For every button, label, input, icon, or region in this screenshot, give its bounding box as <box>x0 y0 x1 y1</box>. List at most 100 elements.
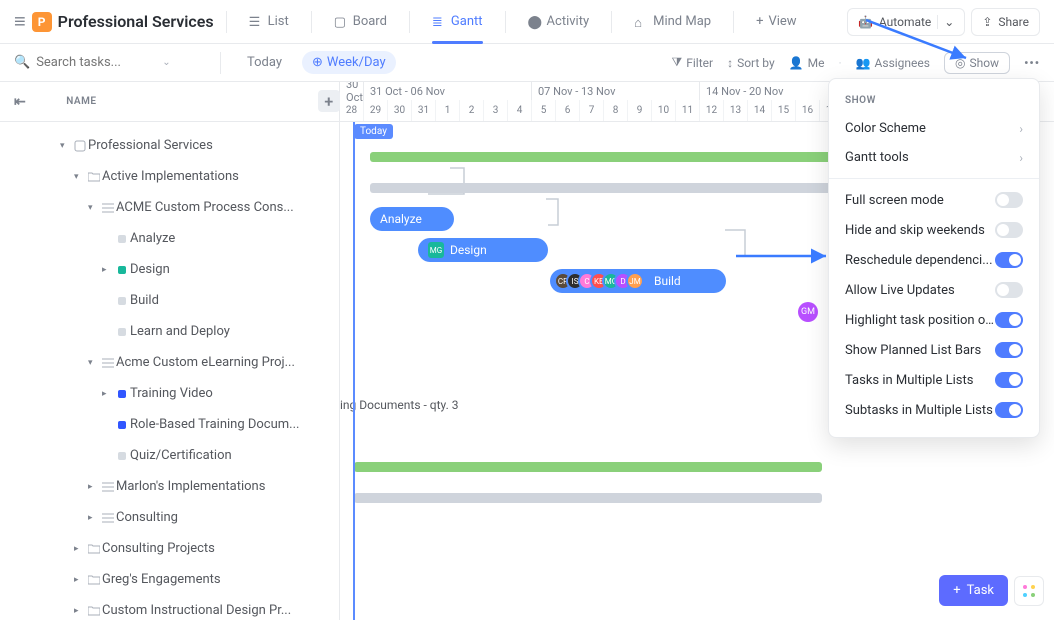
filter-button[interactable]: ⧩Filter <box>672 55 714 70</box>
tree-node[interactable]: ▸Greg's Engagements <box>0 564 339 595</box>
tab-add-view[interactable]: +View <box>746 0 807 44</box>
add-button[interactable]: + <box>318 90 340 112</box>
list-icon <box>100 482 116 492</box>
tab-list[interactable]: ☰List <box>239 0 299 44</box>
day-header: 8 <box>604 100 628 121</box>
assignees-button[interactable]: 👥Assignees <box>856 56 930 70</box>
tab-gantt[interactable]: ≣Gantt <box>422 0 493 44</box>
panel-toggle[interactable]: Subtasks in Multiple Lists <box>829 395 1039 425</box>
search-field[interactable] <box>36 55 156 70</box>
tree-label: Active Implementations <box>102 169 239 184</box>
show-button[interactable]: ◎Show <box>944 52 1010 74</box>
tab-activity[interactable]: ⬤Activity <box>518 0 600 44</box>
list-timeline-bar[interactable] <box>354 462 822 472</box>
day-header: 1 <box>436 100 460 121</box>
panel-toggle[interactable]: Highlight task position o... <box>829 305 1039 335</box>
tree-node[interactable]: ▸Design <box>0 254 339 285</box>
list-timeline-bar[interactable] <box>354 493 822 503</box>
task-bar-analyze[interactable]: Analyze <box>370 207 454 231</box>
toggle-switch[interactable] <box>995 192 1023 208</box>
panel-heading: SHOW <box>829 91 1039 114</box>
tree-node[interactable]: Quiz/Certification <box>0 440 339 471</box>
dot-icon <box>114 297 130 305</box>
tree-node[interactable]: ▾Active Implementations <box>0 161 339 192</box>
more-button[interactable]: ••• <box>1024 56 1040 70</box>
panel-toggle[interactable]: Show Planned List Bars <box>829 335 1039 365</box>
folder-icon <box>86 544 102 554</box>
list-timeline-bar[interactable] <box>370 152 850 162</box>
week-header: 30 Oct <box>340 82 364 100</box>
task-bar-design[interactable]: MGDesign <box>418 238 548 262</box>
plus-icon: + <box>953 583 960 598</box>
day-header: 4 <box>508 100 532 121</box>
new-task-button[interactable]: +Task <box>939 575 1008 606</box>
search-input[interactable]: 🔍 ⌄ <box>14 55 204 70</box>
tree-node[interactable]: Analyze <box>0 223 339 254</box>
share-button[interactable]: ⇪Share <box>971 8 1040 36</box>
avatar[interactable]: GM <box>798 302 818 322</box>
toggle-switch[interactable] <box>995 222 1023 238</box>
panel-toggle[interactable]: Reschedule dependenci... <box>829 245 1039 275</box>
panel-option[interactable]: Color Scheme› <box>829 114 1039 143</box>
tree-node[interactable]: Role-Based Training Docum... <box>0 409 339 440</box>
day-header: 9 <box>628 100 652 121</box>
tree-node[interactable]: ▸Consulting <box>0 502 339 533</box>
panel-toggle[interactable]: Allow Live Updates <box>829 275 1039 305</box>
tree-node[interactable]: Learn and Deploy <box>0 316 339 347</box>
list-timeline-bar[interactable] <box>370 183 850 193</box>
robot-icon: 🤖 <box>858 15 873 29</box>
day-header: 16 <box>796 100 820 121</box>
topbar: ≡ P Professional Services ☰List ▢Board ≣… <box>0 0 1054 44</box>
collapse-icon[interactable]: ⇤ <box>14 94 26 110</box>
tree-node[interactable]: ▸Consulting Projects <box>0 533 339 564</box>
toggle-switch[interactable] <box>995 342 1023 358</box>
chevron-down-icon: ⌄ <box>937 15 954 29</box>
panel-toggle[interactable]: Tasks in Multiple Lists <box>829 365 1039 395</box>
panel-toggle[interactable]: Hide and skip weekends <box>829 215 1039 245</box>
task-bar-build[interactable]: CRISCKBMGDJMBuild <box>550 269 726 293</box>
space-icon <box>72 140 88 152</box>
board-icon: ▢ <box>334 15 348 29</box>
list-icon <box>100 203 116 213</box>
avatar: MG <box>428 242 444 258</box>
activity-icon: ⬤ <box>528 15 542 29</box>
zoom-button[interactable]: ⊕Week/Day <box>302 51 396 74</box>
panel-option[interactable]: Gantt tools› <box>829 143 1039 172</box>
tree-node[interactable]: ▸Training Video <box>0 378 339 409</box>
sort-icon: ↕ <box>727 56 733 70</box>
automate-button[interactable]: 🤖Automate⌄ <box>847 8 965 36</box>
tree-label: Training Video <box>130 386 213 401</box>
apps-button[interactable] <box>1014 576 1044 606</box>
list-icon: ☰ <box>249 15 263 29</box>
tree-node[interactable]: ▾Professional Services <box>0 130 339 161</box>
task-inline-label: ing Documents - qty. 3 <box>340 398 458 412</box>
day-header: 15 <box>772 100 796 121</box>
zoom-icon: ⊕ <box>312 55 323 70</box>
tree-node[interactable]: ▸Marlon's Implementations <box>0 471 339 502</box>
menu-icon[interactable]: ≡ <box>14 9 26 34</box>
tab-mindmap[interactable]: ⌂Mind Map <box>624 0 721 44</box>
toggle-switch[interactable] <box>995 312 1023 328</box>
tree-label: Marlon's Implementations <box>116 479 265 494</box>
day-header: 7 <box>580 100 604 121</box>
toggle-switch[interactable] <box>995 402 1023 418</box>
dot-icon <box>114 452 130 460</box>
user-icon: 👤 <box>789 56 804 70</box>
me-button[interactable]: 👤Me <box>789 56 825 70</box>
tree-node[interactable]: ▾ACME Custom Process Cons... <box>0 192 339 223</box>
mindmap-icon: ⌂ <box>634 15 648 29</box>
tab-board[interactable]: ▢Board <box>324 0 397 44</box>
folder-icon <box>86 575 102 585</box>
toggle-switch[interactable] <box>995 252 1023 268</box>
tree-label: Acme Custom eLearning Proj... <box>116 355 295 370</box>
today-button[interactable]: Today <box>237 51 292 74</box>
tree-node[interactable]: ▸Custom Instructional Design Pr... <box>0 595 339 620</box>
toggle-switch[interactable] <box>995 372 1023 388</box>
tree-node[interactable]: ▾Acme Custom eLearning Proj... <box>0 347 339 378</box>
panel-toggle[interactable]: Full screen mode <box>829 185 1039 215</box>
sortby-button[interactable]: ↕Sort by <box>727 56 775 70</box>
day-header: 12 <box>700 100 724 121</box>
tree-node[interactable]: Build <box>0 285 339 316</box>
toggle-switch[interactable] <box>995 282 1023 298</box>
chevron-down-icon[interactable]: ⌄ <box>162 57 170 68</box>
